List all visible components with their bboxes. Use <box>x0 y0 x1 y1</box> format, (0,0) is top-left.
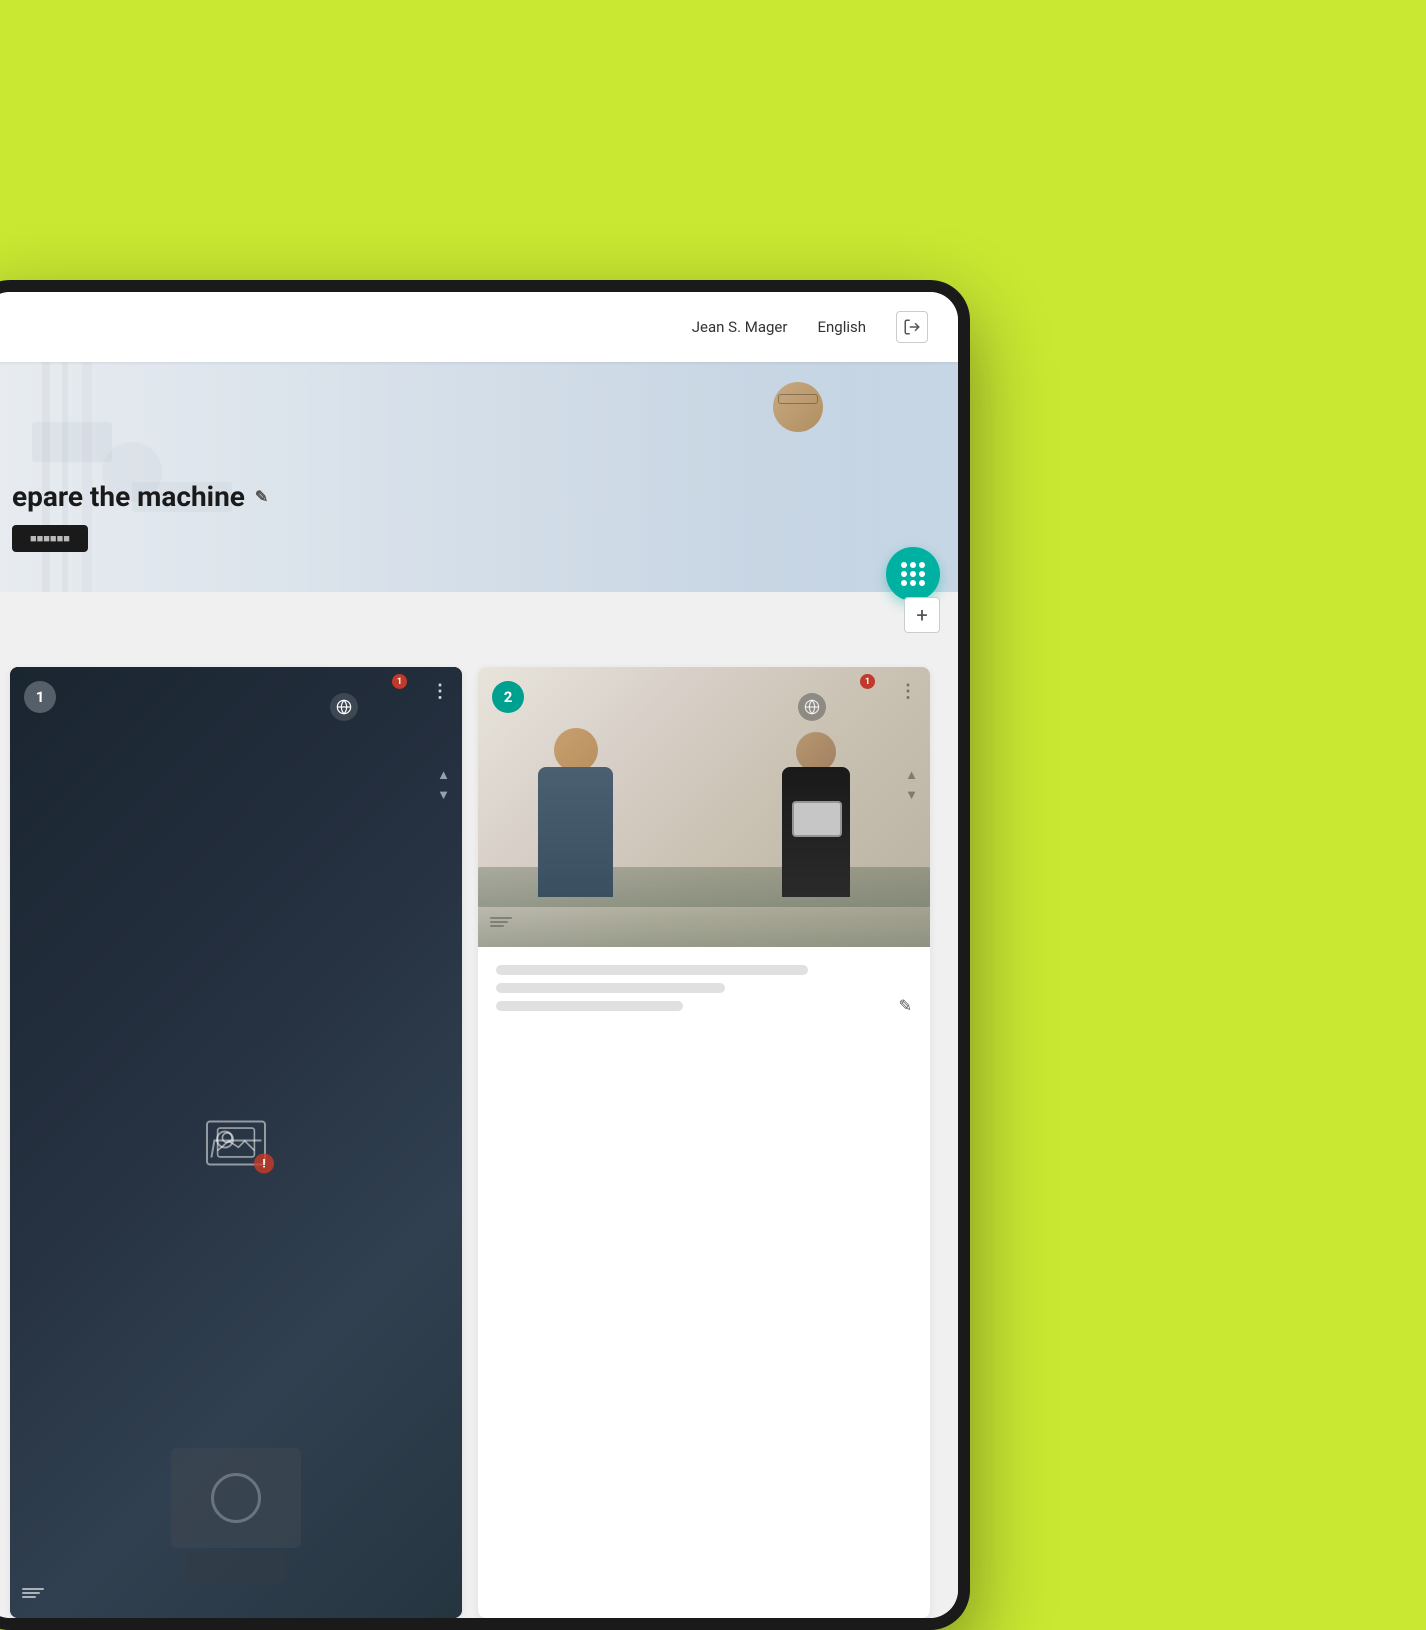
card-1-scroll[interactable]: ▲ ▼ <box>437 767 450 803</box>
card-2-scroll-up[interactable]: ▲ <box>905 767 918 783</box>
no-image-badge: ! <box>254 1153 274 1173</box>
card-1: ! 1 1 <box>10 667 462 1618</box>
card-2-text-line-3 <box>496 1001 683 1011</box>
card-1-number: 1 <box>24 681 56 713</box>
no-image-icon: ! <box>206 1120 266 1165</box>
card-2: 2 1 ⋮ <box>478 667 930 1618</box>
tablet-prop <box>792 801 842 837</box>
card-1-sort[interactable] <box>22 1588 44 1598</box>
card-2-scroll[interactable]: ▲ ▼ <box>905 767 918 803</box>
add-icon: + <box>916 603 927 627</box>
card-2-number: 2 <box>492 681 524 713</box>
card-1-image: ! 1 1 <box>10 667 462 1618</box>
hero-title: epare the machine ✎ <box>12 480 928 513</box>
logout-button[interactable] <box>896 311 928 343</box>
hero-section: epare the machine ✎ ■■■■■■ <box>0 362 958 592</box>
card-2-globe-icon[interactable] <box>798 693 826 721</box>
card-2-text: ✎ <box>478 947 930 1037</box>
card-1-scroll-down[interactable]: ▼ <box>437 787 450 803</box>
person-1 <box>538 728 613 897</box>
card-1-globe-icon[interactable] <box>330 693 358 721</box>
cards-area: ! 1 1 <box>0 647 958 1618</box>
user-name: Jean S. Mager <box>692 318 788 336</box>
device-screen: Jean S. Mager English <box>0 292 958 1618</box>
card-1-scroll-up[interactable]: ▲ <box>437 767 450 783</box>
hero-badge-1: ■■■■■■ <box>12 525 88 552</box>
header-bar: Jean S. Mager English <box>0 292 958 362</box>
card-2-more-button[interactable]: ⋮ <box>899 681 918 702</box>
hero-badges: ■■■■■■ <box>12 525 928 552</box>
hero-background <box>0 362 958 592</box>
card-2-edit-button[interactable]: ✎ <box>899 996 912 1015</box>
card-2-text-line-2 <box>496 983 725 993</box>
fab-menu-button[interactable] <box>886 547 940 601</box>
device-frame: Jean S. Mager English <box>0 280 970 1630</box>
hero-edit-icon[interactable]: ✎ <box>255 487 268 506</box>
card-2-image: 2 1 ⋮ <box>478 667 930 947</box>
add-button[interactable]: + <box>904 597 940 633</box>
card-2-globe-badge: 1 <box>860 674 875 689</box>
card-2-text-line-1 <box>496 965 808 975</box>
card-2-sort[interactable] <box>490 917 512 927</box>
language-selector[interactable]: English <box>817 318 866 336</box>
card-1-more-button[interactable]: ⋮ <box>431 681 450 702</box>
machine-graphic <box>156 1448 316 1598</box>
fab-dots-icon <box>901 562 925 586</box>
hero-content: epare the machine ✎ ■■■■■■ <box>0 480 958 552</box>
card-1-globe-badge: 1 <box>392 674 407 689</box>
card-2-scroll-down[interactable]: ▼ <box>905 787 918 803</box>
